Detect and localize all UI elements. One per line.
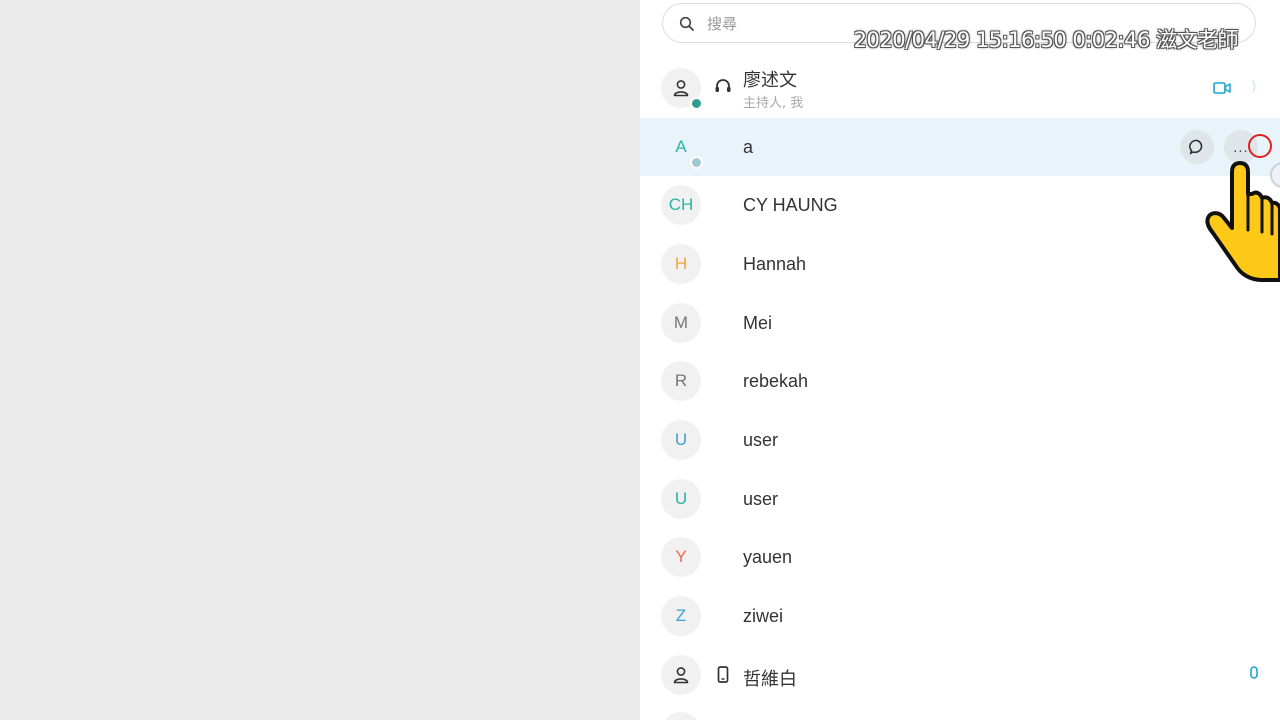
avatar: U xyxy=(661,420,701,460)
participant-name: yauen xyxy=(743,547,793,567)
participant-row-host[interactable]: 廖述文 主持人, 我 ) xyxy=(640,59,1280,117)
participants-panel: 2020/04/29 15:16:50 0:02:46 滋文老師 廖述文 主持人… xyxy=(640,0,1280,720)
participant-name: a xyxy=(743,137,754,157)
person-icon xyxy=(673,80,689,97)
participant-name: 廖述文 xyxy=(743,70,797,90)
avatar: R xyxy=(661,361,701,401)
search-icon xyxy=(679,16,694,31)
person-icon xyxy=(673,667,689,684)
avatar-initials: U xyxy=(674,489,688,508)
avatar-initials: Z xyxy=(675,606,687,625)
headset-icon xyxy=(715,79,731,92)
participant-row[interactable]: M Mei xyxy=(640,294,1280,352)
status-indicator xyxy=(690,156,703,169)
avatar: A xyxy=(661,127,703,169)
participant-row[interactable]: 哲維白 xyxy=(640,646,1280,704)
avatar-initials: U xyxy=(674,430,688,449)
participant-row[interactable]: R rebekah xyxy=(640,352,1280,410)
participant-row[interactable]: CH CY HAUNG xyxy=(640,176,1280,234)
phone-icon xyxy=(717,666,729,683)
avatar: Z xyxy=(661,596,701,636)
avatar: Y xyxy=(661,537,701,577)
avatar: H xyxy=(661,244,701,284)
avatar-initials: M xyxy=(673,313,689,332)
avatar-initials: H xyxy=(674,254,688,273)
microphone-icon[interactable] xyxy=(1248,666,1260,684)
participant-row[interactable]: H Hannah xyxy=(640,235,1280,293)
avatar: CH xyxy=(661,185,701,225)
participant-role-text: 主持人, 我 xyxy=(743,96,804,111)
timestamp-overlay: 2020/04/29 15:16:50 0:02:46 滋文老師 xyxy=(853,28,1239,52)
participant-name: CY HAUNG xyxy=(743,195,838,215)
participant-name: rebekah xyxy=(743,371,809,391)
participant-name: Hannah xyxy=(743,254,807,274)
participant-name: Mei xyxy=(743,313,773,333)
avatar: M xyxy=(661,303,701,343)
participant-row[interactable]: A a ... xyxy=(640,118,1280,176)
participant-name: ziwei xyxy=(743,606,784,626)
participant-row[interactable]: Y yauen xyxy=(640,528,1280,586)
video-area xyxy=(0,0,640,720)
participant-name: user xyxy=(743,489,779,509)
avatar xyxy=(661,68,703,110)
avatar xyxy=(661,712,701,720)
pointing-hand-cursor-icon xyxy=(1205,161,1280,282)
participant-name: user xyxy=(743,430,779,450)
video-camera-icon[interactable] xyxy=(1213,79,1231,97)
participant-row[interactable]: U user xyxy=(640,470,1280,528)
participant-row[interactable]: U user xyxy=(640,411,1280,469)
participant-name: 哲維白 xyxy=(743,669,797,689)
mic-level-icon: ) xyxy=(1251,79,1257,95)
avatar xyxy=(661,655,701,695)
participant-row[interactable]: Z ziwei xyxy=(640,587,1280,645)
avatar-initials: Y xyxy=(675,547,687,566)
status-indicator xyxy=(690,97,703,110)
avatar: U xyxy=(661,479,701,519)
avatar-initials: A xyxy=(675,137,687,156)
avatar-initials: R xyxy=(674,371,688,390)
avatar-initials: CH xyxy=(668,195,694,214)
